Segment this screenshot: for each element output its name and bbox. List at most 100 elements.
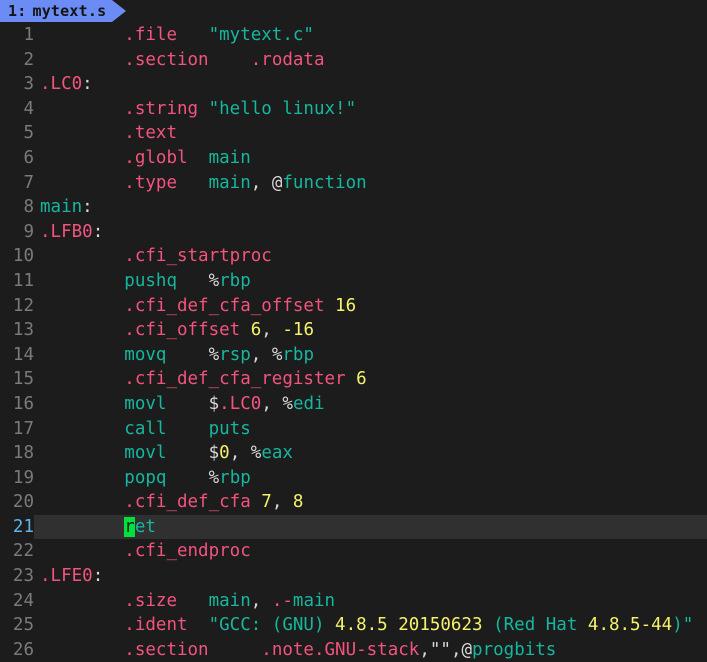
code-line-content[interactable]: .cfi_startproc [34,244,707,269]
code-line[interactable]: 22 .cfi_endproc [0,539,707,564]
code-line[interactable]: 4 .string "hello linux!" [0,97,707,122]
code-token: pushq [124,270,177,291]
code-line[interactable]: 15 .cfi_def_cfa_register 6 [0,367,707,392]
code-line-content[interactable]: .type main, @function [34,171,707,196]
code-token: % [271,344,283,365]
code-line[interactable]: 25 .ident "GCC: (GNU) 4.8.5 20150623 (Re… [0,613,707,638]
code-line-content[interactable]: .cfi_def_cfa 7, 8 [34,490,707,515]
code-line[interactable]: 13 .cfi_offset 6, -16 [0,318,707,343]
code-token: .LFB0 [40,221,93,242]
code-token: .string [124,98,199,119]
code-line-content[interactable]: .cfi_offset 6, -16 [34,318,707,343]
code-line[interactable]: 18 movl $0, %eax [0,441,707,466]
tab-bar: 1: mytext.s [0,0,707,22]
code-token: , [450,639,462,660]
code-line-content[interactable]: .cfi_def_cfa_register 6 [34,367,707,392]
code-line-content[interactable]: .ident "GCC: (GNU) 4.8.5 20150623 (Red H… [34,613,707,638]
code-line[interactable]: 5 .text [0,121,707,146]
code-line-content[interactable]: .globl main [34,146,707,171]
code-line-content[interactable]: movl $0, %eax [34,441,707,466]
code-token: .LC0 [219,393,262,414]
code-line-content[interactable]: .section .note.GNU-stack,"",@progbits [34,638,707,662]
code-token: movq [124,344,167,365]
code-token: rsp [219,344,251,365]
code-editor[interactable]: 1 .file "mytext.c" 2 .section .rodata 3 .LC… [0,22,707,662]
code-line-content[interactable]: .text [34,121,707,146]
line-number: 15 [12,369,34,390]
code-line[interactable]: 9 .LFB0: [0,220,707,245]
code-token: .type [124,172,177,193]
code-line[interactable]: 11 pushq %rbp [0,269,707,294]
code-token: popq [124,467,167,488]
code-token: progbits [472,639,557,660]
code-token: .ident [124,615,188,636]
code-line[interactable]: 26 .section .note.GNU-stack,"",@progbits [0,638,707,662]
code-token: 6 [250,320,262,341]
code-token: .text [124,123,177,144]
code-line-content[interactable]: .file "mytext.c" [34,23,707,48]
code-line-content[interactable]: ret [34,515,707,540]
code-line-content[interactable]: movl $.LC0, %edi [34,392,707,417]
code-line[interactable]: 6 .globl main [0,146,707,171]
code-token: .cfi_startproc [124,246,272,267]
code-line[interactable]: 12 .cfi_def_cfa_offset 16 [0,294,707,319]
code-token: , [250,172,272,193]
code-line-content[interactable]: movq %rsp, %rbp [34,343,707,368]
line-number: 3 [23,74,34,95]
code-token: main [208,172,251,193]
code-token: @ [271,172,283,193]
code-token: "hello linux!" [208,98,357,119]
code-line[interactable]: 19 popq %rbp [0,466,707,491]
code-line[interactable]: 2 .section .rodata [0,48,707,73]
code-line-content[interactable]: .string "hello linux!" [34,97,707,122]
code-line-content[interactable]: pushq %rbp [34,269,707,294]
code-line[interactable]: 3 .LC0: [0,72,707,97]
code-line-content[interactable]: main: [34,195,707,220]
code-line[interactable]: 16 movl $.LC0, %edi [0,392,707,417]
code-token: call [124,418,167,439]
code-token: , [271,492,293,513]
code-line[interactable]: 8 main: [0,195,707,220]
code-line[interactable]: 21 ret [0,514,707,540]
code-line[interactable]: 24 .size main, .-main [0,589,707,614]
code-line-content[interactable]: .cfi_def_cfa_offset 16 [34,294,707,319]
code-line-content[interactable]: .section .rodata [34,48,707,73]
code-line-content[interactable]: .LFE0: [34,564,707,589]
code-token: , [419,639,430,660]
code-line-content[interactable]: .size main, .-main [34,589,707,614]
tab-mytext-s[interactable]: 1: mytext.s [0,0,127,22]
line-number: 24 [12,590,34,611]
line-number: 22 [12,541,34,562]
code-line[interactable]: 20 .cfi_def_cfa 7, 8 [0,490,707,515]
code-line[interactable]: 1 .file "mytext.c" [0,23,707,48]
code-token: main [208,147,251,168]
code-line[interactable]: 17 call puts [0,417,707,442]
code-token: )" [672,615,694,636]
code-token: 8 [292,492,304,513]
code-line[interactable]: 10 .cfi_startproc [0,244,707,269]
code-line-content[interactable]: .LFB0: [34,220,707,245]
code-token: et [134,516,156,537]
code-line-content[interactable]: .LC0: [34,72,707,97]
code-token: 0 [219,443,230,464]
code-token: : [92,221,104,242]
code-line-content[interactable]: call puts [34,417,707,442]
code-line-content[interactable]: popq %rbp [34,466,707,491]
code-line[interactable]: 14 movq %rsp, %rbp [0,343,707,368]
code-token: main [292,590,336,611]
code-token: 6 [356,369,367,390]
code-line[interactable]: 7 .type main, @function [0,171,707,196]
code-line[interactable]: 23 .LFE0: [0,564,707,589]
code-line-content[interactable]: .cfi_endproc [34,539,707,564]
